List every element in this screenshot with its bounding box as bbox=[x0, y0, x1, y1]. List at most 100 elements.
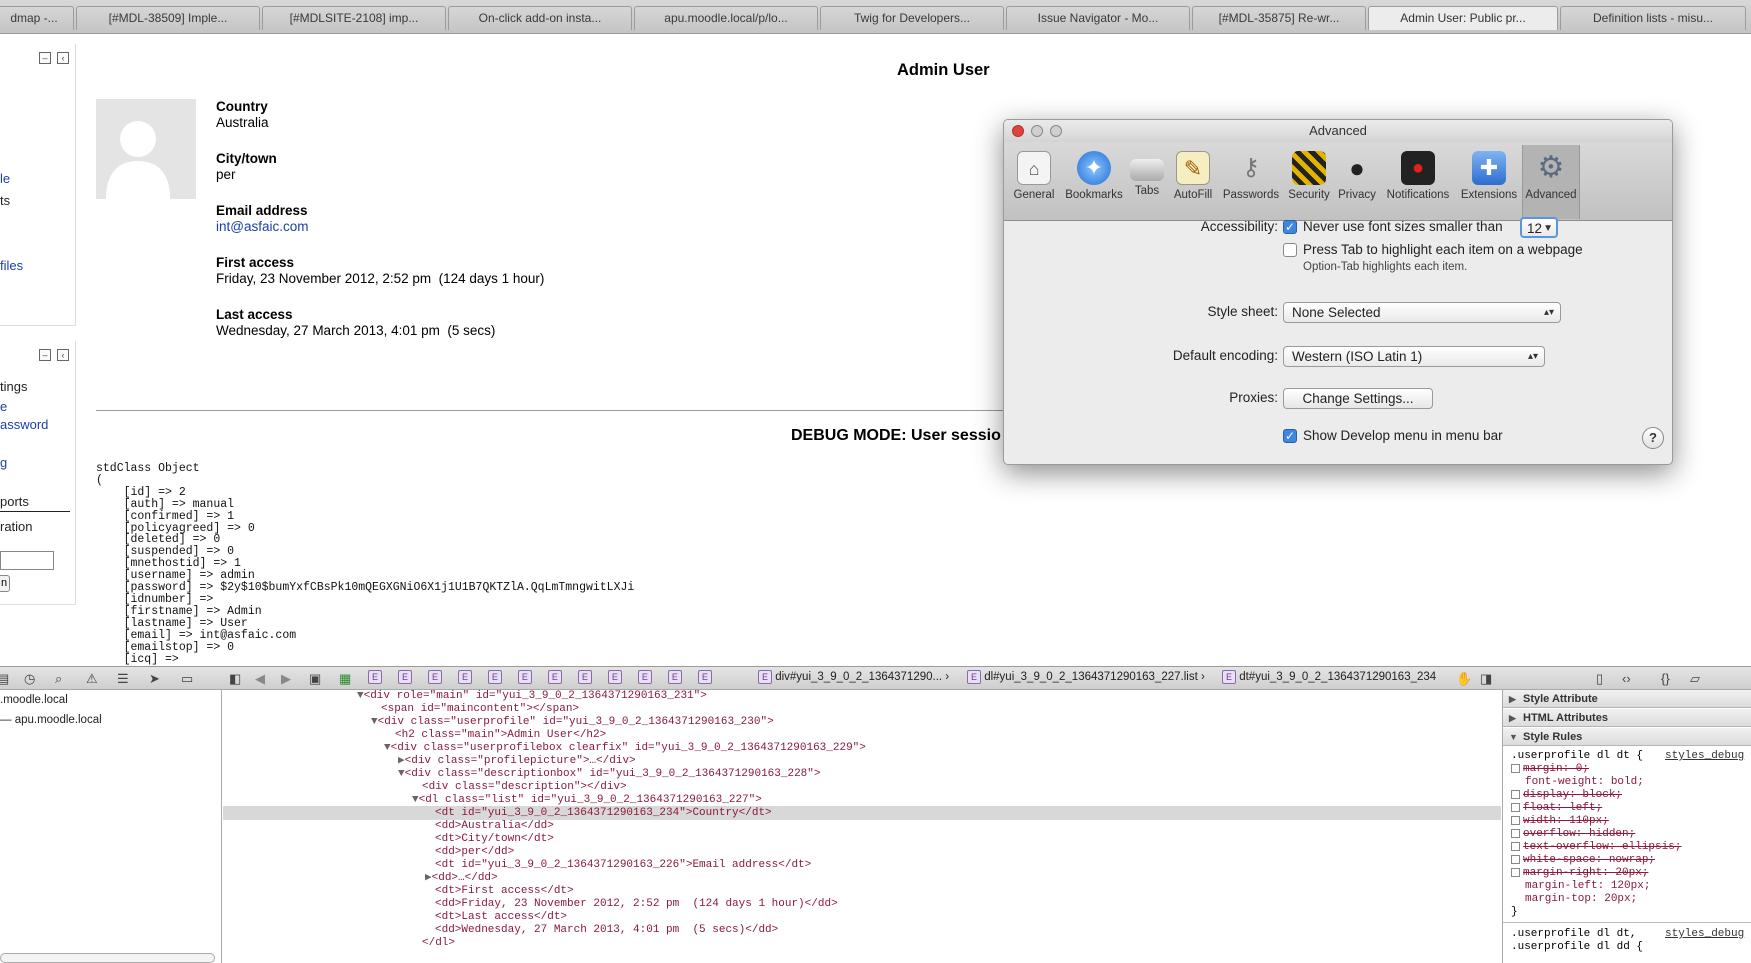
pref-tab-bookmarks[interactable]: ✦ Bookmarks bbox=[1062, 145, 1126, 219]
tab-highlight-checkbox[interactable] bbox=[1283, 243, 1297, 257]
breakpoint-icon[interactable]: ➤ bbox=[149, 671, 160, 687]
dom-node[interactable]: ▶<dd>…</dd> bbox=[425, 872, 498, 885]
rule-source-link[interactable]: styles_debug bbox=[1665, 928, 1744, 940]
css-property[interactable]: white-space: nowrap; bbox=[1511, 854, 1655, 866]
property-checkbox[interactable] bbox=[1511, 867, 1520, 877]
breadcrumb-item[interactable]: E div#yui_3_9_0_2_1364371290... › bbox=[758, 670, 949, 686]
resource-item[interactable]: .moodle.local bbox=[0, 694, 68, 706]
element-icon[interactable]: E bbox=[577, 670, 592, 684]
element-icon[interactable]: E bbox=[427, 670, 442, 684]
browser-tab-active[interactable]: Admin User: Public pr... bbox=[1368, 6, 1558, 30]
pref-tab-privacy[interactable]: ● Privacy bbox=[1334, 145, 1380, 219]
stylesheet-select[interactable]: None Selected ▴▾ bbox=[1283, 302, 1561, 323]
property-checkbox[interactable] bbox=[1511, 854, 1520, 864]
panel-toggle-icon[interactable]: ◧ bbox=[229, 671, 241, 687]
element-icon[interactable]: E bbox=[547, 670, 562, 684]
property-checkbox[interactable] bbox=[1511, 763, 1520, 773]
dom-node[interactable]: <dt>City/town</dt> bbox=[435, 833, 554, 846]
sidebar-link[interactable]: assword bbox=[0, 417, 48, 432]
dom-node[interactable]: ▼<dl class="list" id="yui_3_9_0_2_136437… bbox=[412, 794, 762, 807]
zoom-icon[interactable] bbox=[1050, 125, 1062, 137]
braces-icon[interactable]: {} bbox=[1661, 671, 1670, 686]
element-icon[interactable]: E bbox=[397, 670, 412, 684]
pref-tab-extensions[interactable]: ✚ Extensions bbox=[1456, 145, 1522, 219]
dock-icon[interactable]: ‹ bbox=[57, 52, 69, 64]
element-icon[interactable]: E bbox=[667, 670, 682, 684]
property-checkbox[interactable] bbox=[1511, 841, 1520, 851]
resources-scrollbar[interactable] bbox=[0, 953, 215, 963]
element-icon[interactable]: E bbox=[637, 670, 652, 684]
css-property[interactable]: font-weight: bold; bbox=[1525, 776, 1644, 788]
collapse-icon[interactable]: – bbox=[39, 349, 51, 361]
timeline-icon[interactable]: ◷ bbox=[24, 671, 35, 687]
section-style-rules[interactable]: ▼ Style Rules bbox=[1503, 728, 1751, 746]
pref-tab-autofill[interactable]: ✎ AutoFill bbox=[1168, 145, 1218, 219]
dom-node[interactable]: <h2 class="main">Admin User</h2> bbox=[395, 729, 606, 742]
element-icon[interactable]: E bbox=[607, 670, 622, 684]
dom-node[interactable]: <dd>per</dd> bbox=[435, 846, 514, 859]
element-icon[interactable]: E bbox=[697, 670, 712, 684]
split-panel-icon[interactable]: ◨ bbox=[1480, 671, 1492, 687]
browser-tab[interactable]: [#MDLSITE-2108] imp... bbox=[262, 6, 446, 30]
collapse-icon[interactable]: – bbox=[39, 52, 51, 64]
section-html-attributes[interactable]: ▶ HTML Attributes bbox=[1503, 709, 1751, 727]
dom-node[interactable]: ▼<div class="userprofilebox clearfix" id… bbox=[384, 742, 866, 755]
min-font-checkbox[interactable]: ✓ bbox=[1283, 220, 1297, 234]
browser-tab[interactable]: Issue Navigator - Mo... bbox=[1006, 6, 1190, 30]
encoding-select[interactable]: Western (ISO Latin 1) ▴▾ bbox=[1283, 346, 1545, 367]
dom-node[interactable]: <dt>Last access</dt> bbox=[435, 911, 567, 924]
dom-node[interactable]: </dl> bbox=[422, 937, 455, 950]
sidebar-text[interactable]: ports bbox=[0, 494, 29, 509]
sidebar-link[interactable]: le bbox=[0, 171, 10, 186]
browser-tab[interactable]: On-click add-on insta... bbox=[448, 6, 632, 30]
browser-tab[interactable]: Twig for Developers... bbox=[820, 6, 1004, 30]
dom-node[interactable]: ▼<div class="descriptionbox" id="yui_3_9… bbox=[398, 768, 820, 781]
breadcrumb-item-selected[interactable]: E dt#yui_3_9_0_2_1364371290163_234 bbox=[1222, 670, 1436, 686]
property-checkbox[interactable] bbox=[1511, 815, 1520, 825]
css-property[interactable]: overflow: hidden; bbox=[1511, 828, 1635, 840]
dom-node[interactable]: ▼<div role="main" id="yui_3_9_0_2_136437… bbox=[357, 690, 707, 703]
html-icon[interactable]: ▦ bbox=[339, 671, 351, 687]
browser-tab[interactable]: [#MDL-35875] Re-wr... bbox=[1192, 6, 1366, 30]
element-icon[interactable]: E bbox=[487, 670, 502, 684]
dom-node[interactable]: <dd>Wednesday, 27 March 2013, 4:01 pm (5… bbox=[435, 924, 778, 937]
css-property[interactable]: float: left; bbox=[1511, 802, 1602, 814]
css-property[interactable]: margin: 0; bbox=[1511, 763, 1589, 775]
pref-tab-advanced[interactable]: ⚙ Advanced bbox=[1522, 145, 1580, 219]
pref-tab-security[interactable]: Security bbox=[1284, 145, 1334, 219]
resource-item[interactable]: — apu.moodle.local bbox=[0, 714, 102, 726]
browser-tab[interactable]: [#MDL-38509] Imple... bbox=[76, 6, 260, 30]
back-icon[interactable]: ◀ bbox=[255, 671, 265, 687]
element-icon[interactable]: E bbox=[368, 670, 382, 684]
browser-tab[interactable]: apu.moodle.local/p/lo... bbox=[634, 6, 818, 30]
pref-tab-passwords[interactable]: ⚷ Passwords bbox=[1218, 145, 1284, 219]
dock-icon[interactable]: ‹ bbox=[57, 349, 69, 361]
document-icon[interactable]: ▣ bbox=[309, 671, 321, 687]
dom-node[interactable]: ▼<div class="userprofile" id="yui_3_9_0_… bbox=[371, 716, 774, 729]
sidebar-text[interactable]: ration bbox=[0, 519, 33, 534]
dom-node[interactable]: ▶<div class="profilepicture">…</div> bbox=[398, 755, 636, 768]
element-icon[interactable]: E bbox=[517, 670, 532, 684]
browser-tab[interactable]: Definition lists - misu... bbox=[1560, 6, 1746, 30]
file-icon[interactable]: ▯ bbox=[1596, 671, 1603, 687]
dom-node[interactable]: <dt id="yui_3_9_0_2_1364371290163_226">E… bbox=[435, 859, 811, 872]
console-icon[interactable]: ▭ bbox=[181, 671, 193, 687]
property-checkbox[interactable] bbox=[1511, 789, 1520, 799]
dom-node[interactable]: <div class="description"></div> bbox=[422, 781, 627, 794]
css-property[interactable]: text-overflow: ellipsis; bbox=[1511, 841, 1681, 853]
css-property[interactable]: margin-left: 120px; bbox=[1525, 880, 1650, 892]
sidebar-link[interactable]: files bbox=[0, 258, 23, 273]
dom-node[interactable]: <span id="maincontent"></span> bbox=[381, 703, 579, 716]
help-button[interactable]: ? bbox=[1642, 427, 1664, 449]
develop-menu-checkbox[interactable]: ✓ bbox=[1283, 429, 1297, 443]
rule-source-link[interactable]: styles_debug bbox=[1665, 750, 1744, 762]
pref-tab-notifications[interactable]: ● Notifications bbox=[1380, 145, 1456, 219]
css-property[interactable]: margin-top: 20px; bbox=[1525, 893, 1637, 905]
email-link[interactable]: int@asfaic.com bbox=[216, 219, 308, 234]
forward-icon[interactable]: ▶ bbox=[281, 671, 291, 687]
pref-tab-general[interactable]: ⌂ General bbox=[1006, 145, 1062, 219]
change-settings-button[interactable]: Change Settings... bbox=[1283, 388, 1433, 409]
sidebar-link[interactable]: g bbox=[0, 455, 7, 470]
property-checkbox[interactable] bbox=[1511, 802, 1520, 812]
close-icon[interactable] bbox=[1012, 125, 1024, 137]
